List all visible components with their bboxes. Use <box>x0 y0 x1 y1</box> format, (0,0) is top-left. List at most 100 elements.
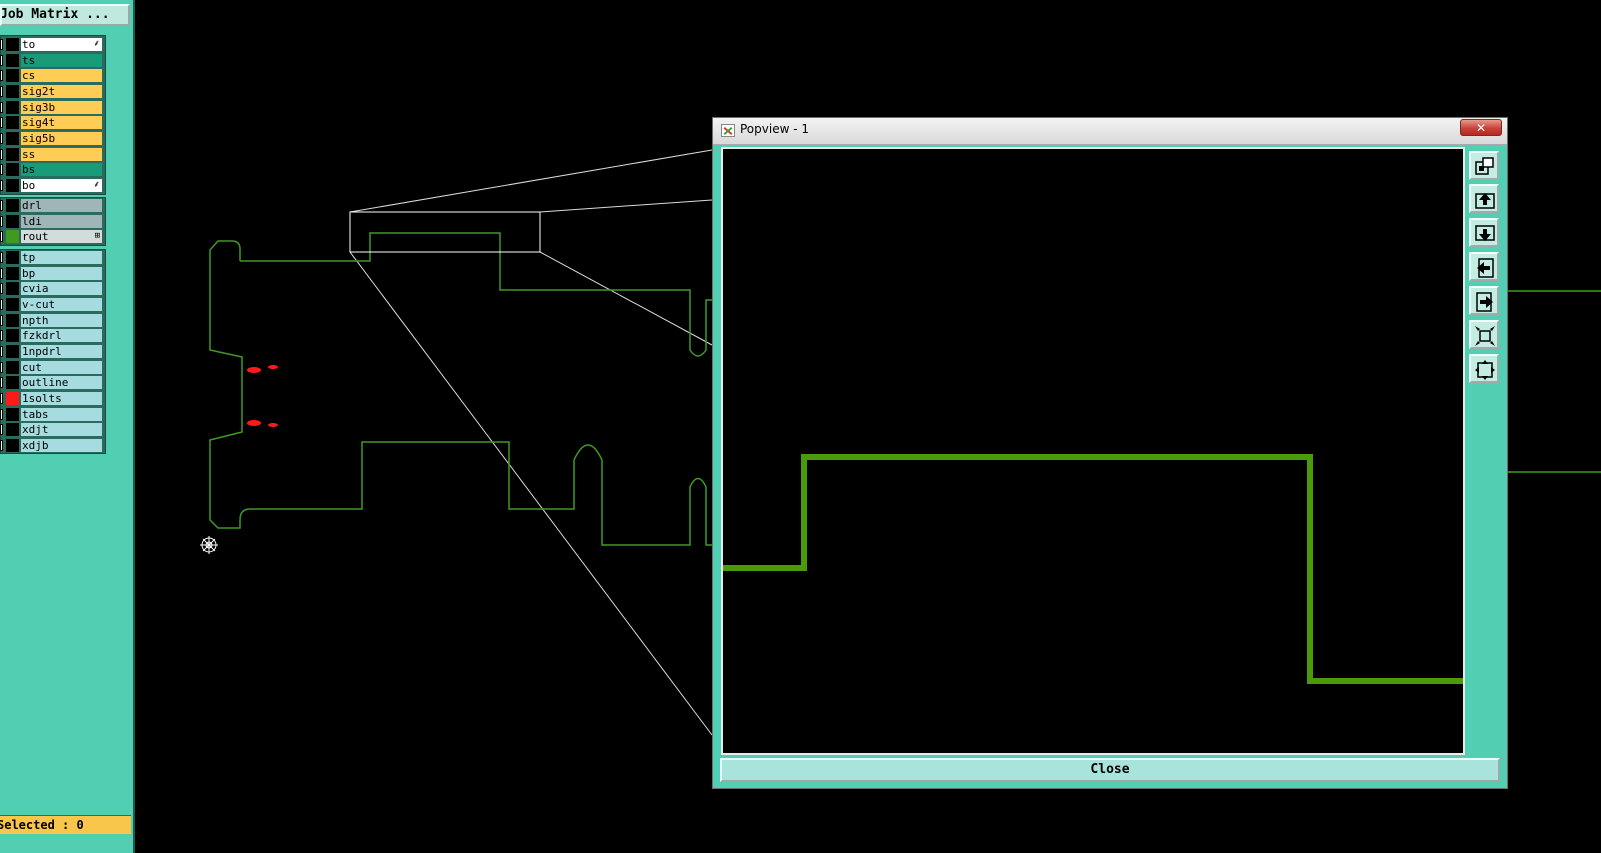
layer-color-swatch[interactable] <box>6 251 19 264</box>
layer-name[interactable]: bs <box>21 163 102 177</box>
zoom-out-button[interactable] <box>1469 320 1499 349</box>
layer-name[interactable]: sig5b <box>21 131 102 145</box>
layer-color-swatch[interactable] <box>6 84 19 98</box>
layer-row-cvia[interactable]: cvia <box>0 281 106 296</box>
layer-name[interactable]: xdjb <box>21 438 102 452</box>
layer-row-bp[interactable]: bp <box>0 266 106 280</box>
layer-color-swatch[interactable] <box>6 131 19 145</box>
layer-color-swatch[interactable] <box>6 344 19 358</box>
layer-checkbox[interactable] <box>0 85 3 97</box>
layer-row-bo[interactable]: bo ⸙ <box>0 178 106 192</box>
layer-checkbox[interactable] <box>0 117 3 129</box>
layer-row-xdjb[interactable]: xdjb <box>0 438 106 452</box>
layer-checkbox[interactable] <box>0 267 3 279</box>
layer-color-swatch[interactable] <box>6 199 19 212</box>
layer-color-swatch[interactable] <box>6 178 19 192</box>
layer-color-swatch[interactable] <box>6 53 19 67</box>
layer-name[interactable]: ldi <box>21 214 102 228</box>
layer-name[interactable]: ss <box>21 147 102 161</box>
layer-color-swatch[interactable] <box>6 100 19 114</box>
layer-name[interactable]: cvia <box>21 282 102 296</box>
layer-name[interactable]: outline <box>21 376 102 390</box>
layer-color-swatch[interactable] <box>6 230 19 244</box>
layer-checkbox[interactable] <box>0 252 3 263</box>
layer-row-v-cut[interactable]: v-cut <box>0 297 106 311</box>
pan-right-button[interactable] <box>1469 286 1499 315</box>
layer-color-swatch[interactable] <box>6 297 19 311</box>
window-close-button[interactable]: ✕ <box>1460 119 1502 136</box>
layer-checkbox[interactable] <box>0 215 3 227</box>
layer-checkbox[interactable] <box>0 314 3 326</box>
layer-row-drl[interactable]: drl <box>0 198 106 212</box>
layer-color-swatch[interactable] <box>6 313 19 327</box>
layer-checkbox[interactable] <box>0 377 3 389</box>
layer-name[interactable]: npth <box>21 313 102 327</box>
layer-row-sig5b[interactable]: sig5b <box>0 131 106 145</box>
layer-checkbox[interactable] <box>0 179 3 191</box>
layer-checkbox[interactable] <box>0 101 3 113</box>
layer-row-npth[interactable]: npth <box>0 313 106 327</box>
layer-row-ldi[interactable]: ldi <box>0 214 106 228</box>
layer-checkbox[interactable] <box>0 392 3 404</box>
layer-color-swatch[interactable] <box>6 360 19 374</box>
layer-checkbox[interactable] <box>0 330 3 342</box>
layer-checkbox[interactable] <box>0 231 3 243</box>
layer-row-cut[interactable]: cut <box>0 360 106 374</box>
layer-checkbox[interactable] <box>0 424 3 436</box>
layer-color-swatch[interactable] <box>6 163 19 177</box>
job-matrix-button[interactable]: Job Matrix ... <box>0 4 130 26</box>
layer-checkbox[interactable] <box>0 54 3 66</box>
layer-name[interactable]: sig3b <box>21 100 102 114</box>
layer-row-xdjt[interactable]: xdjt <box>0 422 106 437</box>
layer-row-sig2t[interactable]: sig2t <box>0 84 106 98</box>
layer-row-fzkdrl[interactable]: fzkdrl <box>0 328 106 343</box>
layer-color-swatch[interactable] <box>6 282 19 296</box>
layer-checkbox[interactable] <box>0 439 3 451</box>
layer-row-to[interactable]: to ⸙ <box>0 37 106 51</box>
layer-row-1solts[interactable]: 1solts <box>0 391 106 405</box>
layer-color-swatch[interactable] <box>6 407 19 421</box>
popview-titlebar[interactable]: Popview - 1 ✕ <box>713 118 1507 145</box>
layer-name[interactable]: 1solts <box>21 391 102 405</box>
layer-name[interactable]: rout ⊞ <box>21 230 102 244</box>
layer-color-swatch[interactable] <box>6 147 19 161</box>
zoom-home-button[interactable] <box>1469 151 1499 180</box>
layer-name[interactable]: bo ⸙ <box>21 178 102 192</box>
layer-row-sig4t[interactable]: sig4t <box>0 115 106 130</box>
layer-row-cs[interactable]: cs <box>0 68 106 83</box>
pan-up-button[interactable] <box>1469 184 1499 213</box>
layer-row-ss[interactable]: ss <box>0 147 106 161</box>
pan-down-button[interactable] <box>1469 218 1499 247</box>
layer-name[interactable]: v-cut <box>21 297 102 311</box>
layer-row-sig3b[interactable]: sig3b <box>0 100 106 114</box>
layer-checkbox[interactable] <box>0 345 3 357</box>
layer-name[interactable]: sig4t <box>21 116 102 130</box>
layer-color-swatch[interactable] <box>6 391 19 405</box>
layer-color-swatch[interactable] <box>6 438 19 452</box>
layer-checkbox[interactable] <box>0 164 3 176</box>
layer-checkbox[interactable] <box>0 132 3 144</box>
layer-row-tabs[interactable]: tabs <box>0 407 106 421</box>
zoom-in-button[interactable] <box>1469 354 1499 383</box>
layer-name[interactable]: cs <box>21 69 102 83</box>
layer-color-swatch[interactable] <box>6 266 19 280</box>
layer-name[interactable]: cut <box>21 360 102 374</box>
layer-color-swatch[interactable] <box>6 214 19 228</box>
layer-color-swatch[interactable] <box>6 69 19 83</box>
layer-checkbox[interactable] <box>0 39 3 50</box>
layer-row-tp[interactable]: tp <box>0 250 106 264</box>
layer-checkbox[interactable] <box>0 361 3 373</box>
layer-name[interactable]: fzkdrl <box>21 329 102 343</box>
layer-color-swatch[interactable] <box>6 38 19 51</box>
layer-checkbox[interactable] <box>0 200 3 211</box>
popview-viewport[interactable] <box>721 147 1465 755</box>
layer-row-ts[interactable]: ts <box>0 53 106 67</box>
layer-checkbox[interactable] <box>0 70 3 82</box>
layer-color-swatch[interactable] <box>6 376 19 390</box>
close-button[interactable]: Close <box>720 758 1500 782</box>
layer-name[interactable]: tp <box>21 251 102 264</box>
pan-left-button[interactable] <box>1469 252 1499 281</box>
layer-color-swatch[interactable] <box>6 116 19 130</box>
layer-name[interactable]: to ⸙ <box>21 38 102 51</box>
layer-row-rout[interactable]: rout ⊞ <box>0 229 106 244</box>
